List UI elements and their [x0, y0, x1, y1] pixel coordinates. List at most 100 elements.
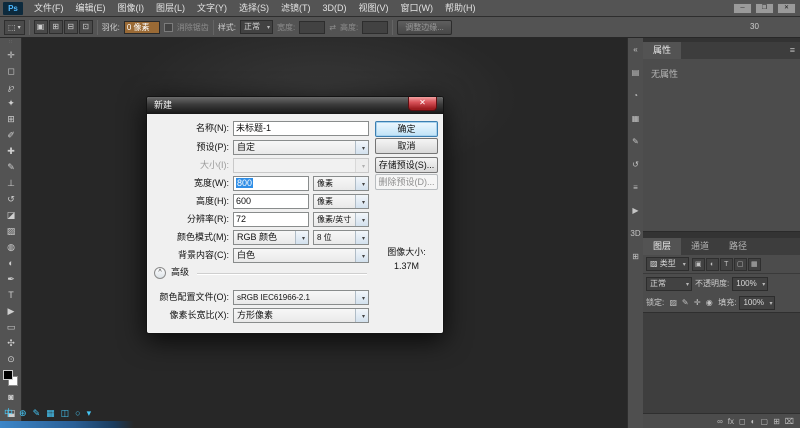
clone-stamp-tool[interactable]: ⊥	[0, 175, 22, 191]
new-layer-icon[interactable]: ⊞	[773, 414, 780, 428]
ime-board-icon[interactable]: ▦	[46, 408, 55, 419]
ime-menu-icon[interactable]: ▾	[87, 408, 92, 419]
tab-paths[interactable]: 路径	[719, 238, 757, 255]
panel-menu-icon[interactable]: ≡	[785, 42, 800, 59]
lock-all-icon[interactable]: ◉	[703, 297, 715, 309]
eyedropper-tool[interactable]: ✐	[0, 127, 22, 143]
color-profile-select[interactable]: sRGB IEC61966-2.1	[233, 290, 369, 305]
styles-panel-icon[interactable]: ▦	[629, 112, 643, 126]
advanced-toggle-button[interactable]: ^	[154, 267, 166, 279]
layer-list[interactable]	[643, 312, 800, 413]
width-unit-select[interactable]: 像素	[313, 176, 369, 191]
adjustment-layer-icon[interactable]: ◐	[751, 414, 756, 428]
new-selection-icon[interactable]: ▣	[34, 20, 48, 34]
blur-tool[interactable]: ◍	[0, 239, 22, 255]
quick-selection-tool[interactable]: ✦	[0, 95, 22, 111]
close-dialog-button[interactable]: ✕	[408, 97, 437, 111]
gradient-tool[interactable]: ▨	[0, 223, 22, 239]
refine-edge-button[interactable]: 调整边缘...	[397, 20, 452, 35]
tab-channels[interactable]: 通道	[681, 238, 719, 255]
eraser-tool[interactable]: ◪	[0, 207, 22, 223]
lock-transparency-icon[interactable]: ▨	[667, 297, 679, 309]
filter-pixel-layers-icon[interactable]: ▣	[692, 258, 705, 271]
add-to-selection-icon[interactable]: ⊞	[49, 20, 63, 34]
adjustments-panel-icon[interactable]: ◔	[629, 89, 643, 103]
close-window-button[interactable]: ✕	[777, 3, 796, 14]
filter-smart-objects-icon[interactable]: ▦	[748, 258, 761, 271]
ime-pen-icon[interactable]: ✎	[33, 408, 41, 419]
taskbar-strip[interactable]	[0, 421, 134, 428]
layer-effects-icon[interactable]: fx	[728, 414, 734, 428]
menu-item[interactable]: 文字(Y)	[191, 0, 233, 17]
dodge-tool[interactable]: ◐	[0, 255, 22, 271]
filter-type-layers-icon[interactable]: T	[720, 258, 733, 271]
menu-item[interactable]: 编辑(E)	[70, 0, 112, 17]
filter-shape-layers-icon[interactable]: ▢	[734, 258, 747, 271]
width-option-input[interactable]	[299, 21, 325, 34]
pixel-aspect-select[interactable]: 方形像素	[233, 308, 369, 323]
ime-search-icon[interactable]: ○	[75, 408, 80, 419]
bit-depth-select[interactable]: 8 位	[313, 230, 369, 245]
background-select[interactable]: 白色	[233, 248, 369, 263]
menu-item[interactable]: 图层(L)	[150, 0, 191, 17]
name-input[interactable]: 未标题-1	[233, 121, 369, 136]
swap-dimensions-icon[interactable]: ⇄	[329, 23, 336, 32]
layer-group-icon[interactable]: ▢	[761, 414, 769, 428]
menu-item[interactable]: 图像(I)	[112, 0, 151, 17]
toolbar-grip[interactable]: ∷	[0, 38, 21, 47]
info-panel-icon[interactable]: ≡	[629, 181, 643, 195]
resolution-unit-select[interactable]: 像素/英寸	[313, 212, 369, 227]
opacity-select[interactable]: 100%	[732, 277, 768, 291]
height-option-input[interactable]	[362, 21, 388, 34]
tab-properties[interactable]: 属性	[643, 42, 681, 59]
link-layers-icon[interactable]: ∞	[717, 414, 723, 428]
intersect-selection-icon[interactable]: ⊡	[79, 20, 93, 34]
brush-panel-icon[interactable]: ✎	[629, 135, 643, 149]
fill-select[interactable]: 100%	[739, 296, 775, 310]
minimize-button[interactable]: ─	[733, 3, 752, 14]
layer-mask-icon[interactable]: ◻	[739, 414, 746, 428]
lock-position-icon[interactable]: ✛	[691, 297, 703, 309]
delete-layer-icon[interactable]: ⌧	[785, 414, 794, 428]
style-select[interactable]: 正常	[240, 20, 273, 34]
ime-mode-icon[interactable]: ⊕	[19, 408, 27, 419]
actions-panel-icon[interactable]: ▶	[629, 204, 643, 218]
menu-item[interactable]: 滤镜(T)	[275, 0, 317, 17]
height-unit-select[interactable]: 像素	[313, 194, 369, 209]
ok-button[interactable]: 确定	[375, 121, 438, 137]
rectangle-tool[interactable]: ▭	[0, 319, 22, 335]
foreground-color-swatch[interactable]	[3, 370, 13, 380]
rectangular-marquee-tool[interactable]: ◻	[0, 63, 22, 79]
timeline-panel-icon[interactable]: ⊞	[629, 250, 643, 264]
subtract-from-selection-icon[interactable]: ⊟	[64, 20, 78, 34]
menu-item[interactable]: 窗口(W)	[395, 0, 440, 17]
menu-item[interactable]: 帮助(H)	[439, 0, 482, 17]
tool-preset-picker[interactable]: ⬚ ▾	[4, 20, 25, 35]
lasso-tool[interactable]: ℘	[0, 79, 22, 95]
type-tool[interactable]: T	[0, 287, 22, 303]
lock-pixels-icon[interactable]: ✎	[679, 297, 691, 309]
history-brush-tool[interactable]: ↺	[0, 191, 22, 207]
move-tool[interactable]: ✛	[0, 47, 22, 63]
pen-tool[interactable]: ✒	[0, 271, 22, 287]
blend-mode-select[interactable]: 正常	[646, 277, 692, 291]
menu-item[interactable]: 视图(V)	[353, 0, 395, 17]
restore-button[interactable]: ❐	[755, 3, 774, 14]
tab-layers[interactable]: 图层	[643, 238, 681, 255]
menu-item[interactable]: 3D(D)	[317, 0, 353, 17]
height-input[interactable]: 600	[233, 194, 309, 209]
layer-filter-kind-select[interactable]: ▨ 类型	[646, 257, 689, 271]
menu-item[interactable]: 文件(F)	[28, 0, 70, 17]
3d-panel-icon[interactable]: 3D	[629, 227, 643, 241]
width-input[interactable]: 800	[233, 176, 309, 191]
menu-item[interactable]: 选择(S)	[233, 0, 275, 17]
zoom-tool[interactable]: ⊙	[0, 351, 22, 367]
hand-tool[interactable]: ✣	[0, 335, 22, 351]
filter-adjustment-layers-icon[interactable]: ◐	[706, 258, 719, 271]
history-panel-icon[interactable]: ↺	[629, 158, 643, 172]
antialias-checkbox[interactable]	[164, 23, 173, 32]
color-mode-select[interactable]: RGB 颜色	[233, 230, 309, 245]
color-panel-icon[interactable]: ▤	[629, 66, 643, 80]
healing-brush-tool[interactable]: ✚	[0, 143, 22, 159]
save-preset-button[interactable]: 存储预设(S)...	[375, 157, 438, 173]
